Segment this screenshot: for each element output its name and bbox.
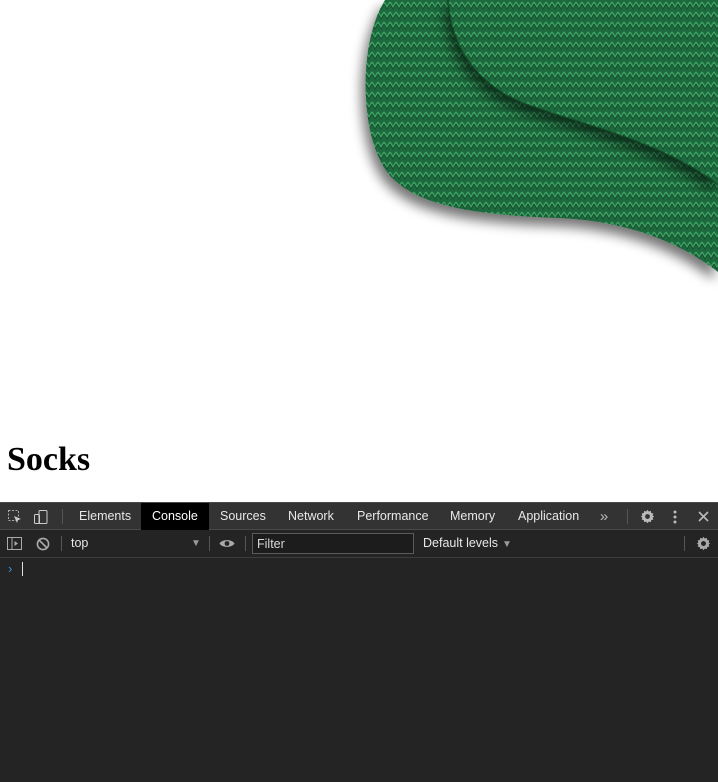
tab-elements[interactable]: Elements <box>68 503 142 530</box>
tab-application[interactable]: Application <box>507 503 590 530</box>
show-sidebar-icon[interactable] <box>2 530 26 557</box>
tab-sources[interactable]: Sources <box>209 503 277 530</box>
page-viewport: Socks <box>0 0 718 502</box>
page-title: Socks <box>7 441 91 478</box>
more-vertical-icon[interactable] <box>663 503 687 530</box>
tab-performance[interactable]: Performance <box>346 503 440 530</box>
eye-icon[interactable] <box>215 530 239 557</box>
log-levels-label: Default levels <box>423 536 499 550</box>
inspect-element-icon[interactable] <box>3 503 27 530</box>
console-toolbar: top ▼ Default levels▼ <box>0 530 718 558</box>
chevron-double-right-icon[interactable]: » <box>592 503 616 530</box>
tab-console[interactable]: Console <box>141 503 209 530</box>
log-levels-dropdown[interactable]: Default levels ▼ <box>423 530 512 557</box>
chevron-down-icon: ▼ <box>502 539 512 550</box>
gear-icon[interactable] <box>635 503 659 530</box>
console-settings-gear-icon[interactable] <box>691 530 715 557</box>
devtools-tabbar: Elements Console Sources Network Perform… <box>0 502 718 530</box>
prompt-chevron-icon: › <box>8 561 13 576</box>
clear-console-icon[interactable] <box>31 530 55 557</box>
context-selector[interactable]: top <box>71 530 204 557</box>
tab-network[interactable]: Network <box>277 503 345 530</box>
device-toolbar-icon[interactable] <box>29 503 53 530</box>
close-icon[interactable] <box>691 503 715 530</box>
knitted-sock-image <box>365 0 718 272</box>
devtools-panel: Elements Console Sources Network Perform… <box>0 502 718 782</box>
tab-memory[interactable]: Memory <box>439 503 506 530</box>
filter-input[interactable] <box>252 533 414 554</box>
console-output[interactable]: › <box>0 558 718 782</box>
console-input-caret[interactable] <box>22 562 23 576</box>
chevron-down-icon: ▼ <box>191 538 201 549</box>
